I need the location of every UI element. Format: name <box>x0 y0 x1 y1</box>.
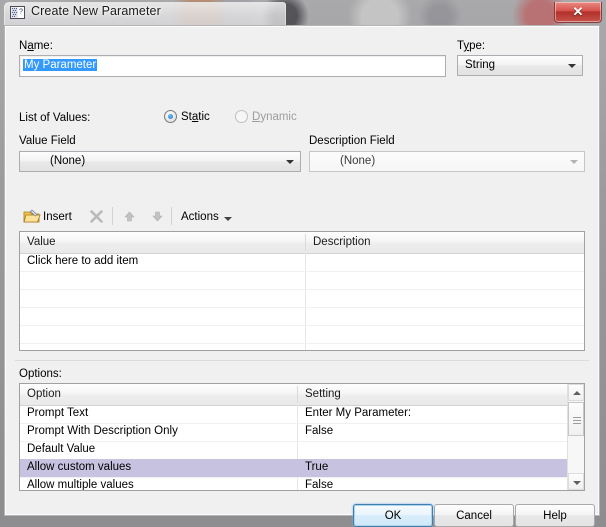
description-field-label: Description Field <box>309 135 395 147</box>
values-grid-header: Value Description <box>20 232 584 254</box>
toolbar-separator-2 <box>171 207 172 225</box>
table-row-selected[interactable]: Allow custom values True <box>20 459 567 478</box>
scroll-up-button[interactable] <box>568 384 584 401</box>
dialog-client-area: Name: My Parameter Type: String List of … <box>4 25 600 527</box>
chevron-down-icon[interactable] <box>224 217 232 221</box>
values-grid[interactable]: Value Description Click here to add item <box>19 231 585 351</box>
cell-option: Prompt Text <box>27 407 89 419</box>
cell-option: Prompt With Description Only <box>27 425 178 437</box>
column-header-value: Value <box>27 236 56 248</box>
section-divider <box>15 360 589 361</box>
scroll-up-icon <box>573 391 581 395</box>
title-bar[interactable]: ? Create New Parameter ✕ <box>0 0 606 27</box>
cancel-button[interactable]: Cancel <box>434 504 514 527</box>
column-header-option: Option <box>27 388 61 400</box>
type-label: Type: <box>457 40 486 52</box>
options-label: Options: <box>19 368 62 380</box>
table-row[interactable] <box>20 343 584 350</box>
radio-static[interactable] <box>164 110 177 123</box>
column-header-setting: Setting <box>305 388 341 400</box>
column-header-description: Description <box>313 236 371 248</box>
cell-option: Allow multiple values <box>27 479 134 491</box>
create-new-parameter-dialog: ? Create New Parameter ✕ Name: My Parame… <box>0 0 606 527</box>
chevron-down-icon <box>568 63 576 68</box>
thumb-grip <box>573 417 581 418</box>
svg-text:?: ? <box>19 9 23 16</box>
cell-setting: False <box>305 479 334 491</box>
thumb-grip <box>573 423 581 424</box>
table-row[interactable] <box>20 325 584 344</box>
value-field-label: Value Field <box>19 135 76 147</box>
insert-button[interactable]: Insert <box>43 211 72 223</box>
table-row[interactable]: Default Value <box>20 441 567 460</box>
table-row[interactable]: Prompt Text Enter My Parameter: <box>20 405 567 424</box>
cell-option: Allow custom values <box>27 461 132 473</box>
options-grid-header: Option Setting <box>20 384 567 406</box>
close-button[interactable]: ✕ <box>554 2 602 23</box>
scrollbar-thumb[interactable] <box>568 402 584 436</box>
delete-x-icon[interactable] <box>89 209 104 227</box>
close-icon: ✕ <box>572 4 584 19</box>
options-scrollbar[interactable] <box>567 384 584 490</box>
header-divider <box>297 386 298 403</box>
name-label: Name: <box>19 40 53 52</box>
name-input[interactable]: My Parameter <box>19 55 446 77</box>
arrow-down-icon[interactable] <box>151 211 164 225</box>
name-input-value: My Parameter <box>23 59 98 71</box>
description-field-value: (None) <box>340 155 376 167</box>
table-row[interactable]: Allow multiple values False <box>20 477 567 491</box>
parameter-window-icon: ? <box>10 5 25 20</box>
description-field-combobox[interactable]: (None) <box>309 151 585 172</box>
radio-static-label: Static <box>181 111 210 123</box>
cell-setting: Enter My Parameter: <box>305 407 412 419</box>
value-field-value: (None) <box>50 155 86 167</box>
cell-setting: True <box>305 461 329 473</box>
scroll-down-icon <box>573 481 581 485</box>
cell-setting: False <box>305 425 334 437</box>
open-folder-icon <box>23 208 41 224</box>
type-combobox-value: String <box>465 59 496 71</box>
cell-value: Click here to add item <box>27 255 139 267</box>
table-row[interactable]: Prompt With Description Only False <box>20 423 567 442</box>
header-divider <box>305 234 306 251</box>
ok-button[interactable]: OK <box>353 504 433 527</box>
table-row[interactable] <box>20 289 584 308</box>
chevron-down-icon <box>286 159 294 164</box>
radio-dynamic-label: Dynamic <box>252 111 297 123</box>
chevron-down-icon <box>570 159 578 164</box>
scroll-down-button[interactable] <box>568 473 584 490</box>
table-row[interactable] <box>20 271 584 290</box>
arrow-up-icon[interactable] <box>123 211 136 225</box>
radio-dynamic[interactable] <box>235 110 248 123</box>
value-field-combobox[interactable]: (None) <box>19 151 301 172</box>
cell-option: Default Value <box>27 443 96 455</box>
thumb-grip <box>573 420 581 421</box>
list-of-values-label: List of Values: <box>19 112 91 124</box>
actions-menu-button[interactable]: Actions <box>181 211 219 223</box>
help-button[interactable]: Help <box>515 504 595 527</box>
type-combobox[interactable]: String <box>457 55 583 76</box>
toolbar-separator <box>112 207 113 225</box>
options-grid[interactable]: Option Setting Prompt Text Enter My Para… <box>19 383 585 491</box>
table-row[interactable]: Click here to add item <box>20 253 584 272</box>
table-row[interactable] <box>20 307 584 326</box>
window-title: Create New Parameter <box>31 4 161 18</box>
